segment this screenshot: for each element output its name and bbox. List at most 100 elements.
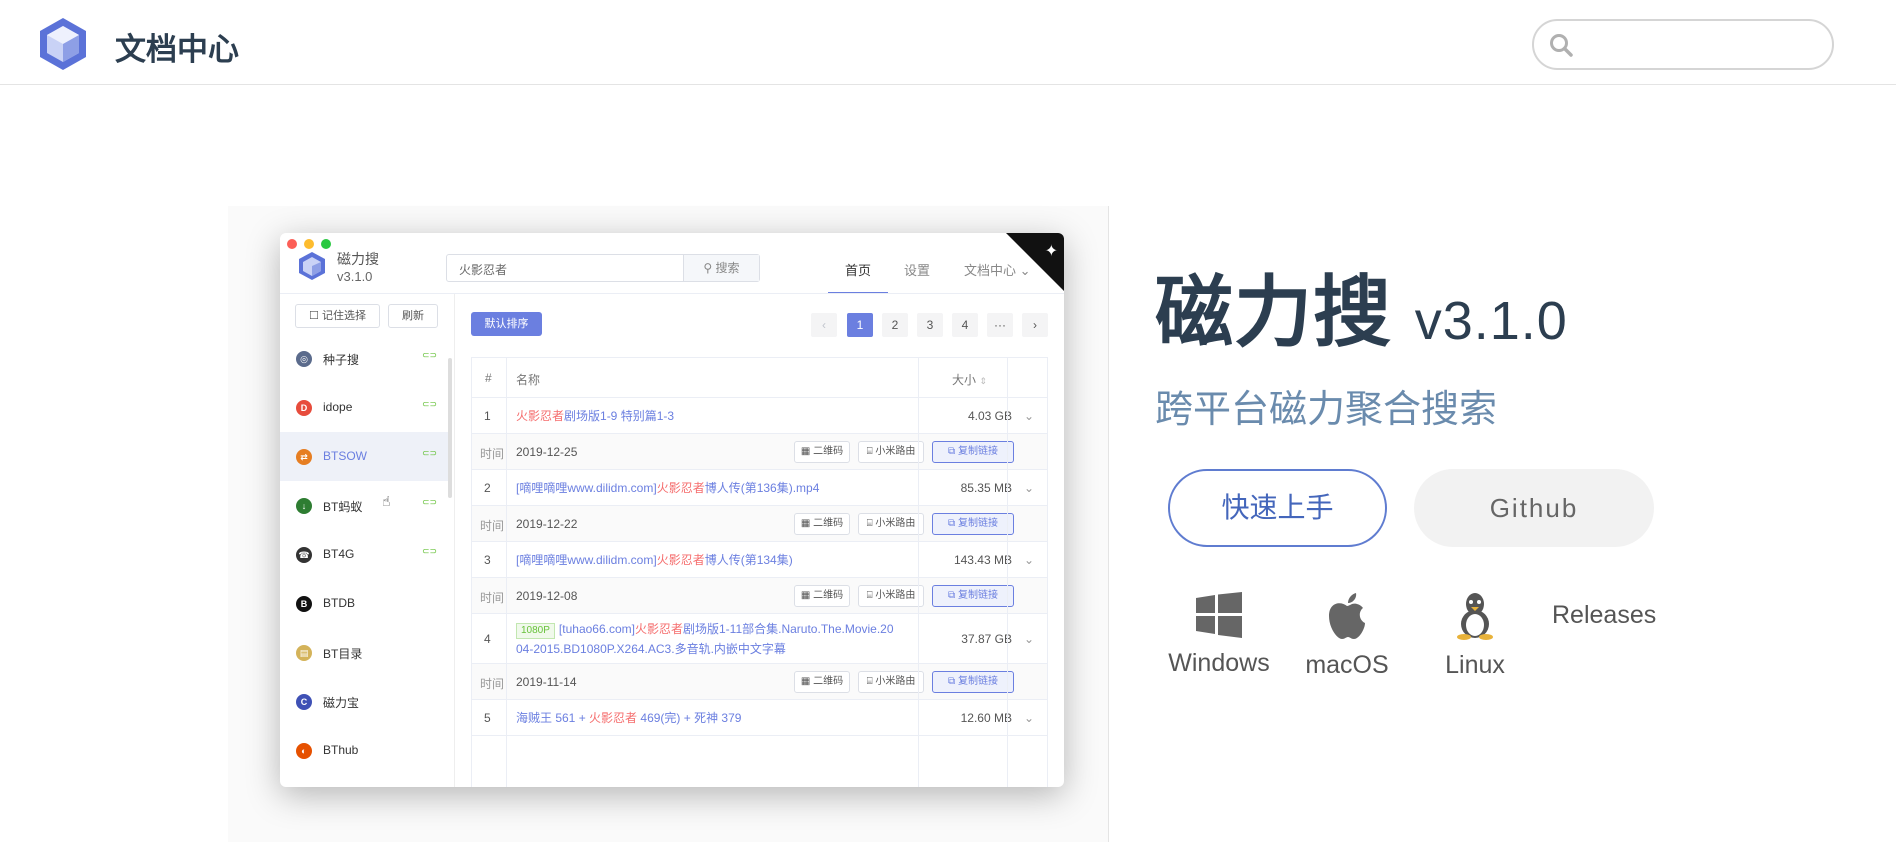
prev-page-button[interactable]: ‹ (811, 313, 837, 337)
copy-link-button[interactable]: ⧉ 复制链接 (932, 513, 1014, 535)
link-icon[interactable]: ⊂⊃ (422, 448, 437, 459)
remember-checkbox[interactable]: ☐ 记住选择 (295, 304, 380, 328)
link-icon[interactable]: ⊂⊃ (422, 350, 437, 361)
row-size: 4.03 GB (967, 409, 1012, 423)
col-size[interactable]: 大小 ⇕ (952, 371, 987, 388)
remember-label: 记住选择 (321, 310, 366, 322)
router-label: 小米路由 (875, 676, 916, 687)
time-label: 时间 (480, 519, 505, 533)
quick-start-button[interactable]: 快速上手 (1168, 469, 1387, 547)
row-name-link[interactable]: 海贼王 561 + 火影忍者 469(完) + 死神 379 (516, 708, 906, 728)
vertical-divider (1108, 206, 1109, 842)
sidebar-item-btdir[interactable]: ▤ BT目录 (280, 628, 450, 677)
sidebar-item-seed[interactable]: ◎ 种子搜 ⊂⊃ (280, 334, 450, 383)
row-time: 2019-12-08 (516, 589, 578, 603)
qrcode-icon: ▦ (800, 518, 811, 529)
site-title[interactable]: 文档中心 (115, 24, 239, 69)
page-more-button[interactable]: ··· (987, 313, 1013, 337)
logo-icon[interactable] (38, 17, 88, 71)
expand-chevron-icon[interactable]: ⌄ (1024, 632, 1034, 646)
copy-link-button[interactable]: ⧉ 复制链接 (932, 671, 1014, 693)
hand-cursor-icon: ☝ (382, 493, 391, 509)
search-input[interactable] (1586, 29, 1816, 61)
expand-chevron-icon[interactable]: ⌄ (1024, 711, 1034, 725)
row-index: 5 (484, 711, 491, 725)
router-icon: ⌸ (866, 590, 873, 601)
row-name-link[interactable]: 火影忍者剧场版1-9 特别篇1-3 (516, 406, 906, 426)
search-box[interactable] (1532, 19, 1834, 70)
table-row[interactable]: 3 [嘀哩嘀哩www.dilidm.com]火影忍者博人传(第134集) 143.4… (472, 542, 1047, 578)
sidebar-item-label: BT蚂蚁 (323, 500, 363, 514)
app-nav-settings[interactable]: 设置 (904, 260, 930, 279)
app-search-button[interactable]: ⚲ 搜索 (683, 255, 759, 281)
sidebar-item-btsow[interactable]: ⇄ BTSOW ⊂⊃ (280, 432, 450, 481)
xiaomi-router-button[interactable]: ⌸ 小米路由 (858, 441, 924, 463)
download-windows-label: Windows (1168, 649, 1270, 677)
qrcode-button[interactable]: ▦ 二维码 (794, 671, 850, 693)
app-search-input[interactable]: 火影忍者 ⚲ 搜索 (446, 254, 760, 282)
xiaomi-router-button[interactable]: ⌸ 小米路由 (858, 671, 924, 693)
download-macos[interactable]: macOS (1282, 592, 1412, 680)
sidebar-item-bt4g[interactable]: ☎ BT4G ⊂⊃ (280, 530, 450, 579)
github-button[interactable]: Github (1414, 469, 1654, 547)
download-linux[interactable]: Linux (1410, 592, 1540, 680)
bthub-icon: ◐ (296, 743, 312, 759)
link-icon[interactable]: ⊂⊃ (422, 497, 437, 508)
app-nav-docs[interactable]: 文档中心 ⌄ (964, 260, 1031, 279)
sort-button[interactable]: 默认排序 (471, 312, 542, 336)
link-icon[interactable]: ⊂⊃ (422, 546, 437, 557)
table-row[interactable]: 2 [嘀哩嘀哩www.dilidm.com]火影忍者博人传(第136集).mp4 8… (472, 470, 1047, 506)
btdb-icon: B (296, 596, 312, 612)
row-name-link[interactable]: [嘀哩嘀哩www.dilidm.com]火影忍者博人传(第136集).mp4 (516, 478, 906, 498)
sidebar-item-btdb[interactable]: B BTDB (280, 579, 450, 628)
sidebar-item-cilibao[interactable]: C 磁力宝 (280, 677, 450, 726)
releases-link[interactable]: Releases (1552, 601, 1656, 630)
time-label: 时间 (480, 677, 505, 691)
table-row[interactable]: 1 火影忍者剧场版1-9 特别篇1-3 4.03 GB ⌄ (472, 398, 1047, 434)
name-prefix: [嘀哩嘀哩www.dilidm.com] (516, 481, 657, 495)
bt4g-icon: ☎ (296, 547, 312, 563)
table-row[interactable]: 4 1080P [tuhao66.com]火影忍者剧场版1-11部合集.Naruto… (472, 614, 1047, 664)
btdir-icon: ▤ (296, 645, 312, 661)
name-prefix: [tuhao66.com] (558, 622, 635, 636)
hero-title-text: 磁力搜 (1155, 268, 1393, 356)
app-name: 磁力搜 (337, 251, 379, 267)
sidebar-scrollbar[interactable] (448, 358, 452, 498)
page-4-button[interactable]: 4 (952, 313, 978, 337)
page-2-button[interactable]: 2 (882, 313, 908, 337)
link-icon[interactable]: ⊂⊃ (422, 399, 437, 410)
page-1-button[interactable]: 1 (847, 313, 873, 337)
time-label: 时间 (480, 447, 505, 461)
expand-chevron-icon[interactable]: ⌄ (1024, 481, 1034, 495)
expand-chevron-icon[interactable]: ⌄ (1024, 553, 1034, 567)
github-octocat-icon: ✦ (1044, 243, 1058, 260)
copy-link-button[interactable]: ⧉ 复制链接 (932, 585, 1014, 607)
page-3-button[interactable]: 3 (917, 313, 943, 337)
sidebar-item-bthub[interactable]: ◐ BThub (280, 726, 450, 775)
download-windows[interactable]: Windows (1154, 592, 1284, 678)
app-version: v3.1.0 (337, 269, 373, 284)
expand-chevron-icon[interactable]: ⌄ (1024, 409, 1034, 423)
download-linux-label: Linux (1445, 651, 1505, 679)
row-name-link[interactable]: 1080P [tuhao66.com]火影忍者剧场版1-11部合集.Naruto.… (516, 619, 906, 659)
qrcode-icon: ▦ (800, 446, 811, 457)
source-sidebar: ☐ 记住选择 刷新 ◎ 种子搜 ⊂⊃ Didope ⊂⊃ ⇄ BTSOW ⊂⊃ ↓ BT蚂蚁 ⊂⊃ ☎… (280, 294, 455, 787)
table-row[interactable]: 5 海贼王 561 + 火影忍者 469(完) + 死神 379 12.60 MB ⌄ (472, 700, 1047, 736)
sidebar-item-btant[interactable]: ↓ BT蚂蚁 ⊂⊃ (280, 481, 450, 530)
col-divider (1007, 358, 1008, 787)
col-name: 名称 (516, 373, 541, 387)
refresh-button[interactable]: 刷新 (388, 304, 438, 328)
sidebar-item-idope[interactable]: Didope ⊂⊃ (280, 383, 450, 432)
copy-icon: ⧉ (948, 446, 956, 457)
qrcode-button[interactable]: ▦ 二维码 (794, 441, 850, 463)
qrcode-button[interactable]: ▦ 二维码 (794, 513, 850, 535)
qrcode-label: 二维码 (813, 518, 844, 529)
app-nav-home[interactable]: 首页 (845, 260, 871, 279)
row-name-link[interactable]: [嘀哩嘀哩www.dilidm.com]火影忍者博人传(第134集) (516, 550, 906, 570)
xiaomi-router-button[interactable]: ⌸ 小米路由 (858, 585, 924, 607)
sort-arrows-icon: ⇕ (979, 376, 987, 386)
qrcode-button[interactable]: ▦ 二维码 (794, 585, 850, 607)
next-page-button[interactable]: › (1022, 313, 1048, 337)
xiaomi-router-button[interactable]: ⌸ 小米路由 (858, 513, 924, 535)
copy-link-button[interactable]: ⧉ 复制链接 (932, 441, 1014, 463)
